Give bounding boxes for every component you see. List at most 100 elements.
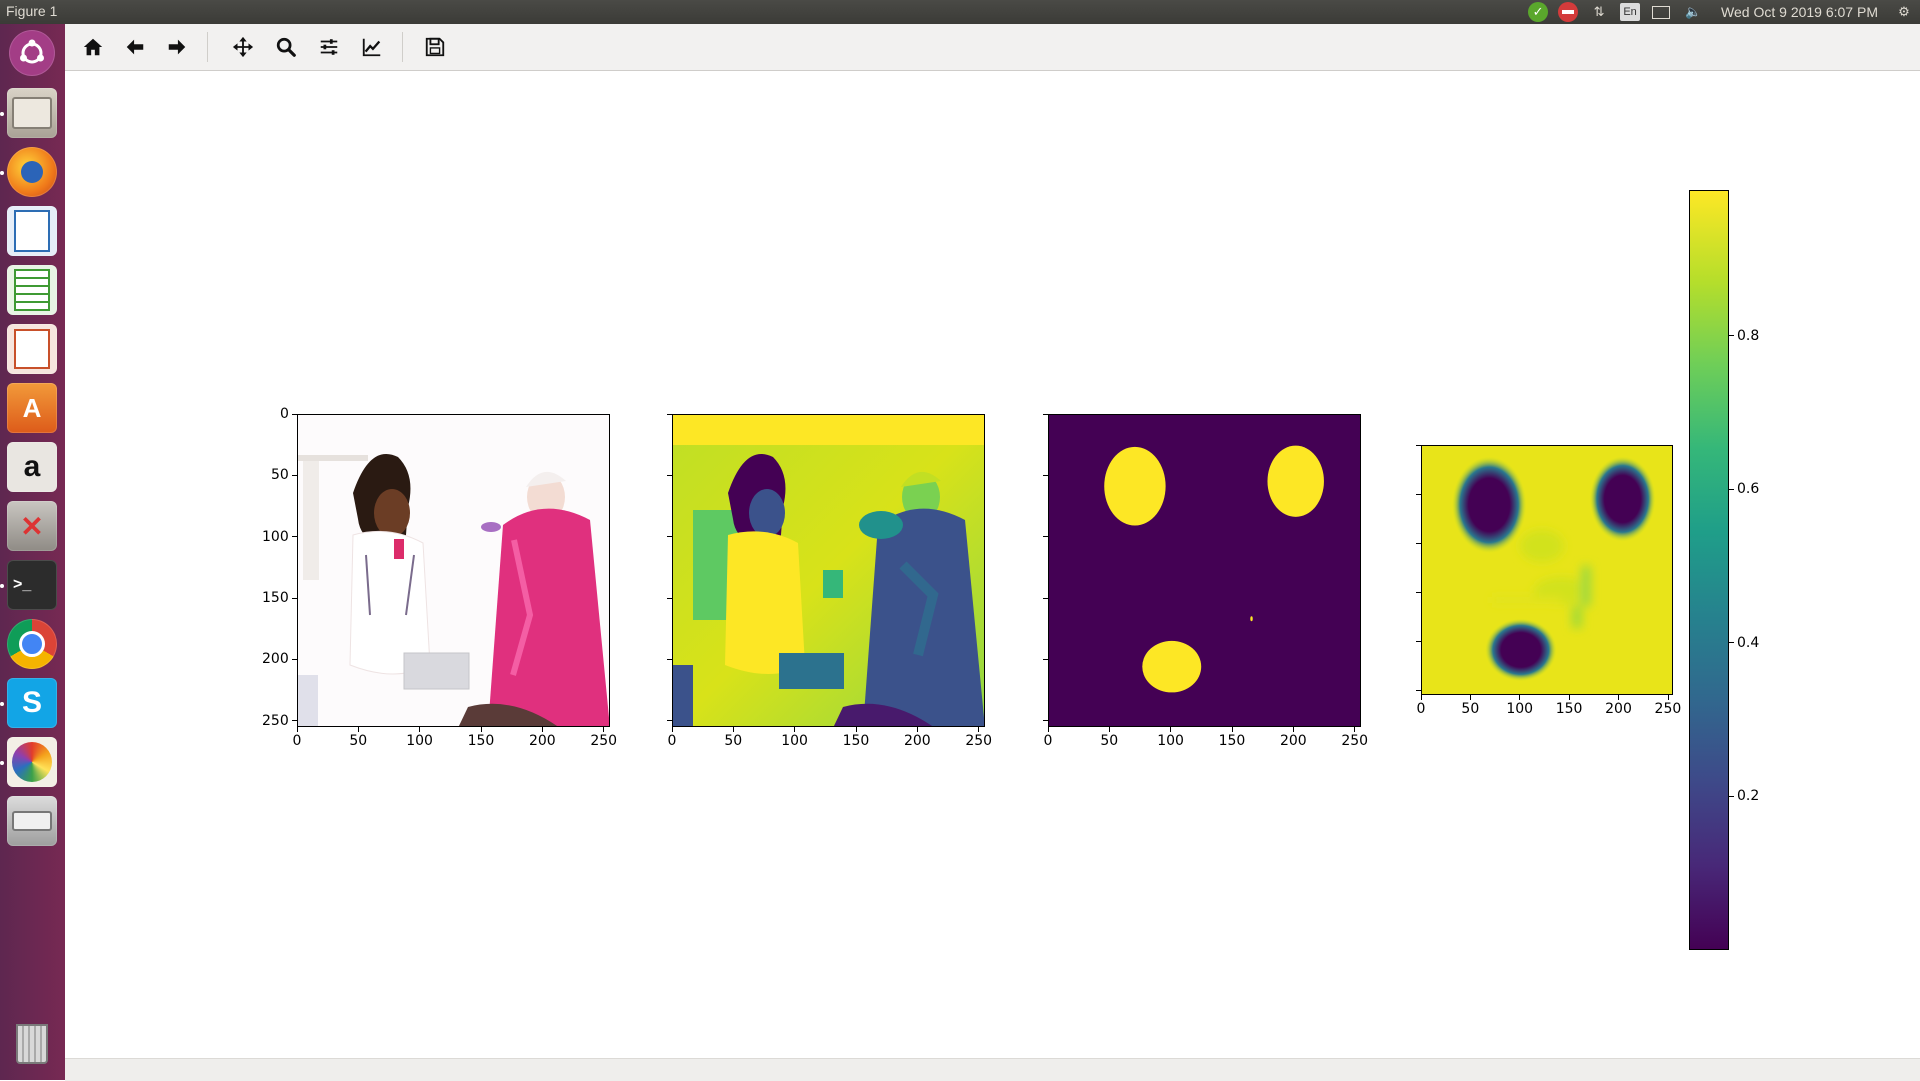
y-tick-mark — [1043, 413, 1048, 415]
x-tick-mark — [296, 727, 298, 732]
predicted-map — [1422, 446, 1672, 694]
libreoffice-calc-icon[interactable] — [7, 265, 57, 315]
skype-icon[interactable]: S — [7, 678, 57, 728]
no-entry-icon[interactable] — [1558, 2, 1579, 22]
y-tick-mark — [1416, 591, 1421, 593]
colorbar[interactable] — [1689, 190, 1729, 950]
x-tick-label: 50 — [1100, 733, 1119, 749]
y-tick-label: 200 — [262, 651, 289, 668]
colorbar-tick-mark — [1729, 488, 1734, 490]
x-tick-mark — [1231, 727, 1233, 732]
gear-icon[interactable]: ⚙ — [1893, 3, 1915, 21]
pan-button[interactable] — [228, 33, 258, 61]
back-button[interactable] — [120, 33, 150, 61]
image-axes-2[interactable] — [672, 414, 985, 727]
colorbar-tick-mark — [1729, 795, 1734, 797]
y-tick-label: 0 — [280, 406, 289, 422]
figure-canvas[interactable]: 0 50 100 150 200 250 0 50 100 150 200 250 0 50 100 150 2… — [65, 71, 1920, 1058]
y-tick-label: 150 — [262, 590, 289, 607]
x-tick-mark — [1469, 695, 1471, 700]
toolbar-separator — [402, 32, 403, 62]
launcher: A a ✕ >_ S — [0, 24, 65, 1080]
y-tick-mark — [1043, 474, 1048, 476]
disk-drive-icon[interactable] — [7, 796, 57, 846]
clock[interactable]: Wed Oct 9 2019 6:07 PM — [1721, 4, 1878, 20]
firefox-icon[interactable] — [7, 147, 57, 197]
arrow-left-icon — [126, 39, 144, 55]
move-arrows-icon — [232, 36, 254, 58]
chrome-icon[interactable] — [7, 619, 57, 669]
y-tick-mark — [292, 536, 297, 538]
network-arrows-icon[interactable]: ⇅ — [1588, 3, 1610, 21]
y-tick-mark — [292, 658, 297, 660]
x-tick-mark — [541, 727, 543, 732]
search-icon — [276, 37, 296, 57]
x-tick-mark — [1170, 727, 1172, 732]
system-settings-icon[interactable]: ✕ — [7, 501, 57, 551]
save-button[interactable] — [420, 33, 450, 61]
line-chart-icon — [362, 38, 381, 57]
pinwheel-app-icon[interactable] — [7, 737, 57, 787]
y-tick-mark — [667, 658, 672, 660]
configure-subplots-button[interactable] — [314, 33, 344, 61]
software-center-icon[interactable]: A — [7, 383, 57, 433]
image-axes-1[interactable] — [297, 414, 610, 727]
y-tick-mark — [292, 413, 297, 415]
x-tick-mark — [1292, 727, 1294, 732]
x-tick-mark — [480, 727, 482, 732]
x-tick-label: 50 — [1461, 701, 1480, 717]
volume-muted-icon[interactable]: 🔈 — [1682, 3, 1704, 21]
libreoffice-impress-icon[interactable] — [7, 324, 57, 374]
terminal-icon[interactable]: >_ — [7, 560, 57, 610]
home-button[interactable] — [78, 33, 108, 61]
update-ok-icon[interactable]: ✓ — [1528, 2, 1549, 22]
files-icon[interactable] — [7, 88, 57, 138]
home-icon — [83, 38, 103, 56]
y-tick-mark — [1416, 689, 1421, 691]
status-bar — [65, 1058, 1920, 1081]
x-tick-label: 0 — [667, 733, 677, 749]
y-tick-mark — [667, 536, 672, 538]
y-tick-mark — [667, 720, 672, 722]
x-tick-label: 50 — [349, 733, 368, 749]
keyboard-lang-indicator[interactable]: En — [1620, 3, 1641, 21]
x-tick-label: 250 — [1654, 701, 1682, 717]
x-tick-mark — [794, 727, 796, 732]
colorbar-gradient — [1690, 191, 1728, 949]
colorbar-tick-mark — [1729, 642, 1734, 644]
prediction-blob — [1451, 456, 1527, 554]
mask-blob — [1267, 445, 1324, 517]
ubuntu-dash-icon[interactable] — [9, 30, 55, 76]
x-tick-label: 250 — [590, 733, 618, 749]
x-tick-mark — [916, 727, 918, 732]
x-tick-mark — [978, 727, 980, 732]
x-tick-label: 0 — [292, 733, 302, 749]
y-tick-label: 100 — [262, 528, 289, 545]
colorbar-tick-mark — [1729, 335, 1734, 337]
x-tick-label: 100 — [1157, 733, 1184, 749]
edit-axes-button[interactable] — [357, 33, 387, 61]
x-tick-label: 150 — [1555, 701, 1583, 717]
rgb-image — [298, 415, 609, 726]
mail-icon[interactable] — [1650, 3, 1672, 21]
trash-icon[interactable] — [7, 1019, 57, 1069]
x-tick-label: 250 — [1341, 733, 1369, 749]
x-tick-mark — [1519, 695, 1521, 700]
mask-blob — [1104, 446, 1166, 526]
libreoffice-writer-icon[interactable] — [7, 206, 57, 256]
zoom-button[interactable] — [271, 33, 301, 61]
ground-truth-mask — [1049, 415, 1360, 726]
y-tick-mark — [292, 597, 297, 599]
image-axes-3[interactable] — [1048, 414, 1361, 727]
y-tick-label: 250 — [262, 712, 289, 729]
x-tick-label: 200 — [1279, 733, 1307, 749]
x-tick-label: 0 — [1416, 701, 1426, 717]
x-tick-mark — [1108, 727, 1110, 732]
x-tick-label: 0 — [1043, 733, 1053, 749]
amazon-icon[interactable]: a — [7, 442, 57, 492]
image-axes-4[interactable] — [1421, 445, 1673, 695]
colorbar-tick-label: 0.6 — [1737, 481, 1760, 498]
x-tick-label: 150 — [1218, 733, 1246, 749]
y-tick-mark — [1043, 597, 1048, 599]
forward-button[interactable] — [162, 33, 192, 61]
